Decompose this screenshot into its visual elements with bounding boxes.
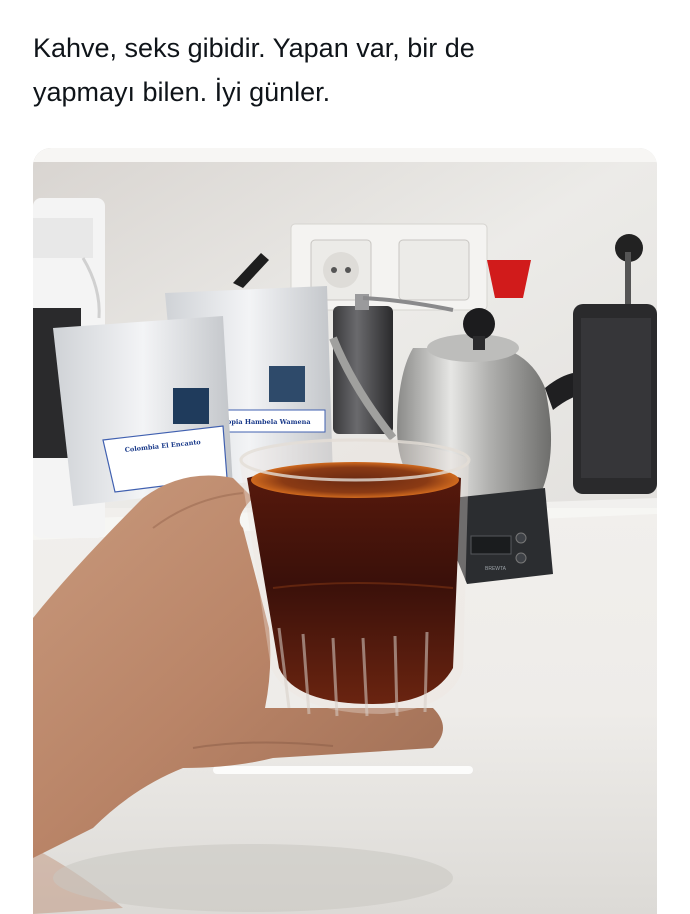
bag-right-label: opia Hambela Wamena	[227, 418, 311, 426]
tweet-photo[interactable]: opia Hambela Wamena Colombia El Encanto	[33, 148, 657, 914]
scale-brand: BREWTA	[485, 566, 507, 572]
tweet-text-line-2: yapmayı bilen. İyi günler.	[33, 77, 331, 107]
tweet-text-line-1: Kahve, seks gibidir. Yapan var, bir de	[33, 33, 475, 63]
tweet-text: Kahve, seks gibidir. Yapan var, bir de y…	[33, 26, 653, 114]
light-strip	[33, 148, 657, 162]
